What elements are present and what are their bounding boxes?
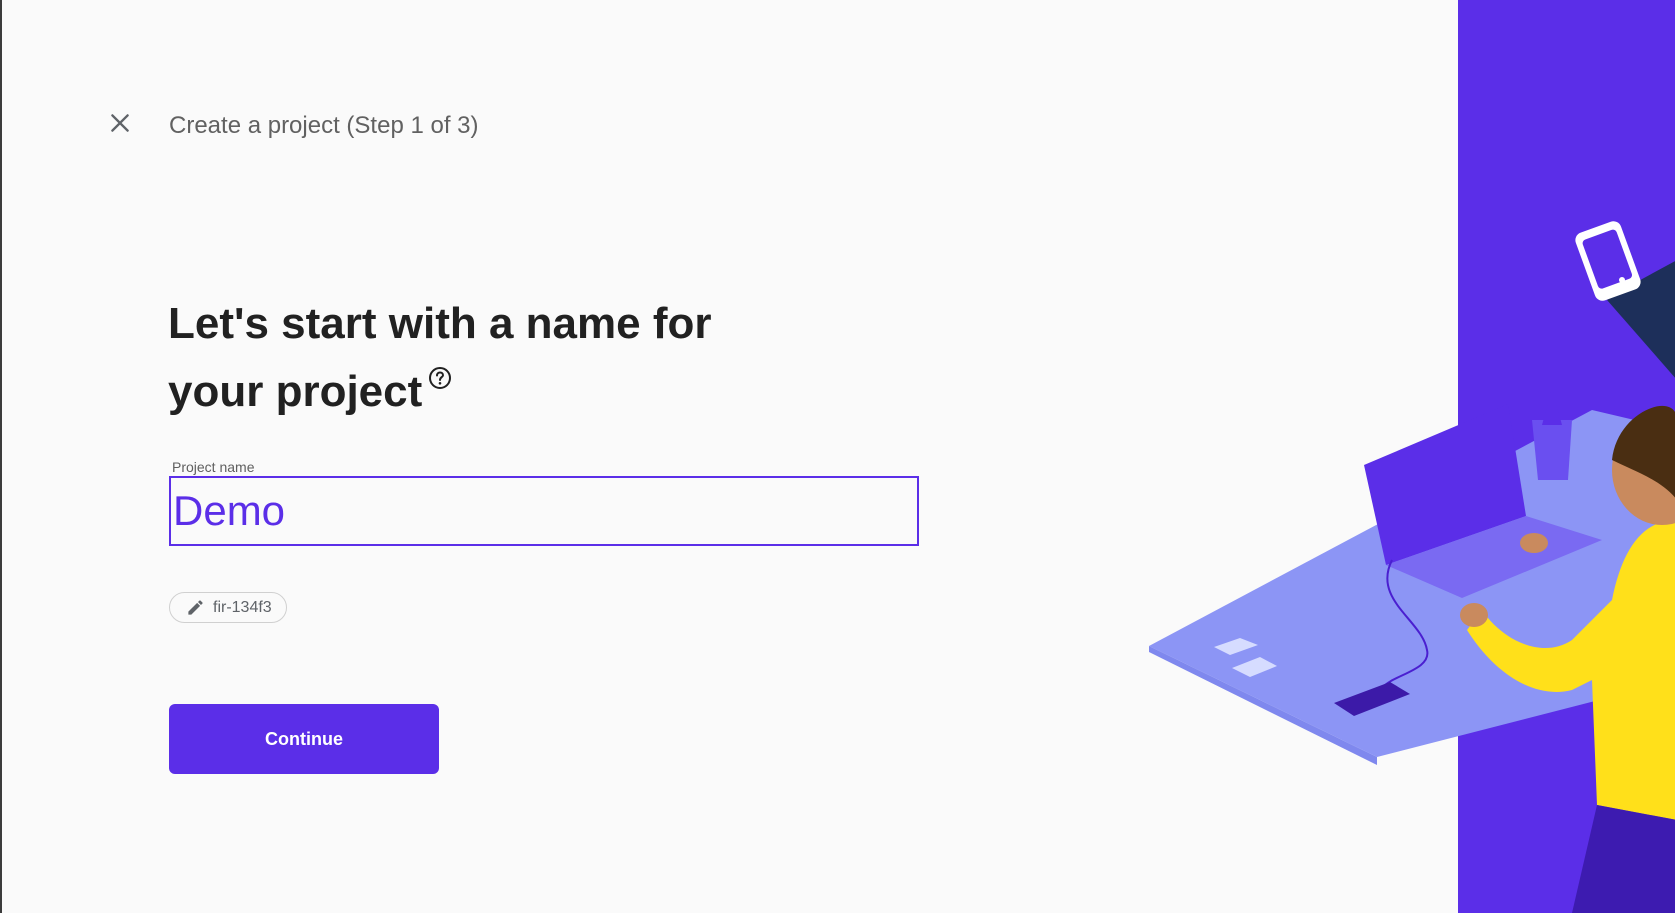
help-circle-icon[interactable] xyxy=(428,366,452,390)
pencil-icon xyxy=(188,600,203,615)
project-name-label: Project name xyxy=(172,459,255,475)
continue-button[interactable]: Continue xyxy=(169,704,439,774)
close-icon[interactable] xyxy=(107,110,133,136)
create-project-page: Create a project (Step 1 of 3) Let's sta… xyxy=(0,0,1675,913)
step-title: Create a project (Step 1 of 3) xyxy=(169,112,479,139)
project-name-input[interactable] xyxy=(169,476,919,546)
developer-desk-illustration xyxy=(1149,221,1675,913)
headline-line-2: your project xyxy=(168,367,423,416)
project-id-text: fir-134f3 xyxy=(213,598,272,616)
headline-line-1: Let's start with a name for xyxy=(168,299,712,348)
project-id-chip[interactable]: fir-134f3 xyxy=(169,592,287,623)
page-headline: Let's start with a name for your project xyxy=(168,290,808,426)
